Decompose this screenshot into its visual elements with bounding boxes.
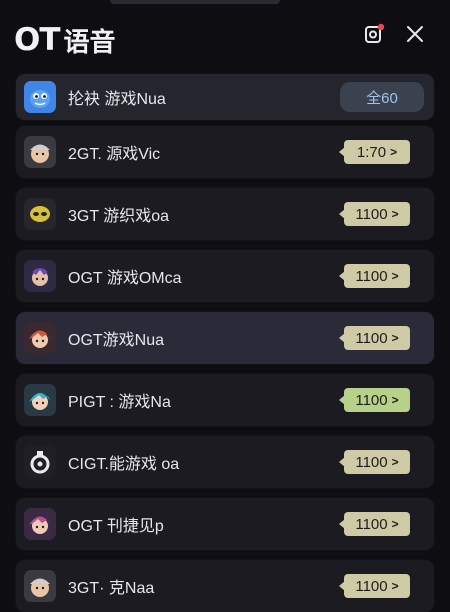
value-pill[interactable]: 1100 > — [339, 388, 410, 412]
list-item[interactable]: 3GT 游织戏oa 1100 > — [16, 188, 434, 240]
teal-hair-avatar — [24, 384, 56, 416]
value-pill[interactable]: 1100 > — [339, 326, 410, 350]
list-item[interactable]: 2GT. 源戏Vic 1:70 > — [16, 126, 434, 178]
stopwatch-avatar — [24, 446, 56, 478]
value-pill[interactable]: 1100 > — [339, 202, 410, 226]
chevron-right-icon: > — [391, 517, 399, 531]
row-label: 2GT. 源戏Vic — [68, 146, 161, 163]
row-label: 3GT 游织戏oa — [68, 208, 170, 225]
chevron-right-icon: > — [391, 393, 399, 407]
pill-value: 1100 — [355, 205, 388, 223]
value-pill[interactable]: 1100 > — [339, 512, 410, 536]
chevron-right-icon: > — [390, 145, 398, 159]
chevron-right-icon: > — [391, 331, 399, 345]
pill-value: 1100 — [355, 267, 388, 285]
row-label: OGT 游戏OMca — [68, 270, 182, 287]
pill-value: 1:70 — [356, 143, 387, 161]
row-label: PIGT : 游戏Na — [68, 394, 171, 411]
row-label: OGT游戏Nua — [68, 332, 165, 349]
count-badge[interactable]: 全60 — [340, 82, 424, 112]
chevron-right-icon: > — [391, 207, 399, 221]
notification-icon[interactable] — [362, 22, 386, 46]
pill-value: 1100 — [355, 515, 388, 533]
value-pill[interactable]: 1100 > — [339, 450, 410, 474]
row-label: 3GT· 克Naa — [68, 580, 155, 597]
list-item[interactable]: OGT 刊捷见p 1100 > — [16, 498, 434, 550]
row-label: CIGT.能游戏 oa — [68, 456, 180, 473]
list-item[interactable]: 3GT· 克Naa 1100 > — [16, 560, 434, 612]
cap-boy-avatar — [24, 136, 56, 168]
cap-boy-avatar-2 — [24, 570, 56, 602]
blue-creature-avatar — [24, 81, 56, 113]
list-item[interactable]: OGT 游戏OMca 1100 > — [16, 250, 434, 302]
red-hair-avatar — [24, 322, 56, 354]
value-pill[interactable]: 1:70 > — [339, 140, 410, 164]
mask-avatar — [24, 198, 56, 230]
chevron-right-icon: > — [391, 579, 399, 593]
value-pill[interactable]: 1100 > — [339, 264, 410, 288]
pill-value: 1100 — [355, 577, 388, 595]
row-label: OGT 刊捷见p — [68, 518, 164, 535]
pill-value: 1100 — [355, 391, 388, 409]
pink-hair-avatar — [24, 508, 56, 540]
app-title: OT 语音 — [14, 20, 116, 60]
chevron-right-icon: > — [391, 455, 399, 469]
pill-value: 1100 — [355, 329, 388, 347]
list-item[interactable]: PIGT : 游戏Na 1100 > — [16, 374, 434, 426]
chevron-right-icon: > — [391, 269, 399, 283]
app-logo: OT — [14, 22, 60, 58]
close-icon[interactable] — [403, 22, 427, 46]
header: OT 语音 — [0, 0, 450, 70]
count-value: 全60 — [366, 89, 398, 107]
list-item[interactable]: 抡袂 游戏Nua 全60 — [16, 74, 434, 120]
page-title: 语音 — [63, 27, 116, 58]
pill-value: 1100 — [355, 453, 388, 471]
list-item[interactable]: CIGT.能游戏 oa 1100 > — [16, 436, 434, 488]
list-item[interactable]: OGT游戏Nua 1100 > — [16, 312, 434, 364]
row-label: 抡袂 游戏Nua — [68, 91, 166, 108]
value-pill[interactable]: 1100 > — [339, 574, 410, 598]
purple-hair-avatar — [24, 260, 56, 292]
